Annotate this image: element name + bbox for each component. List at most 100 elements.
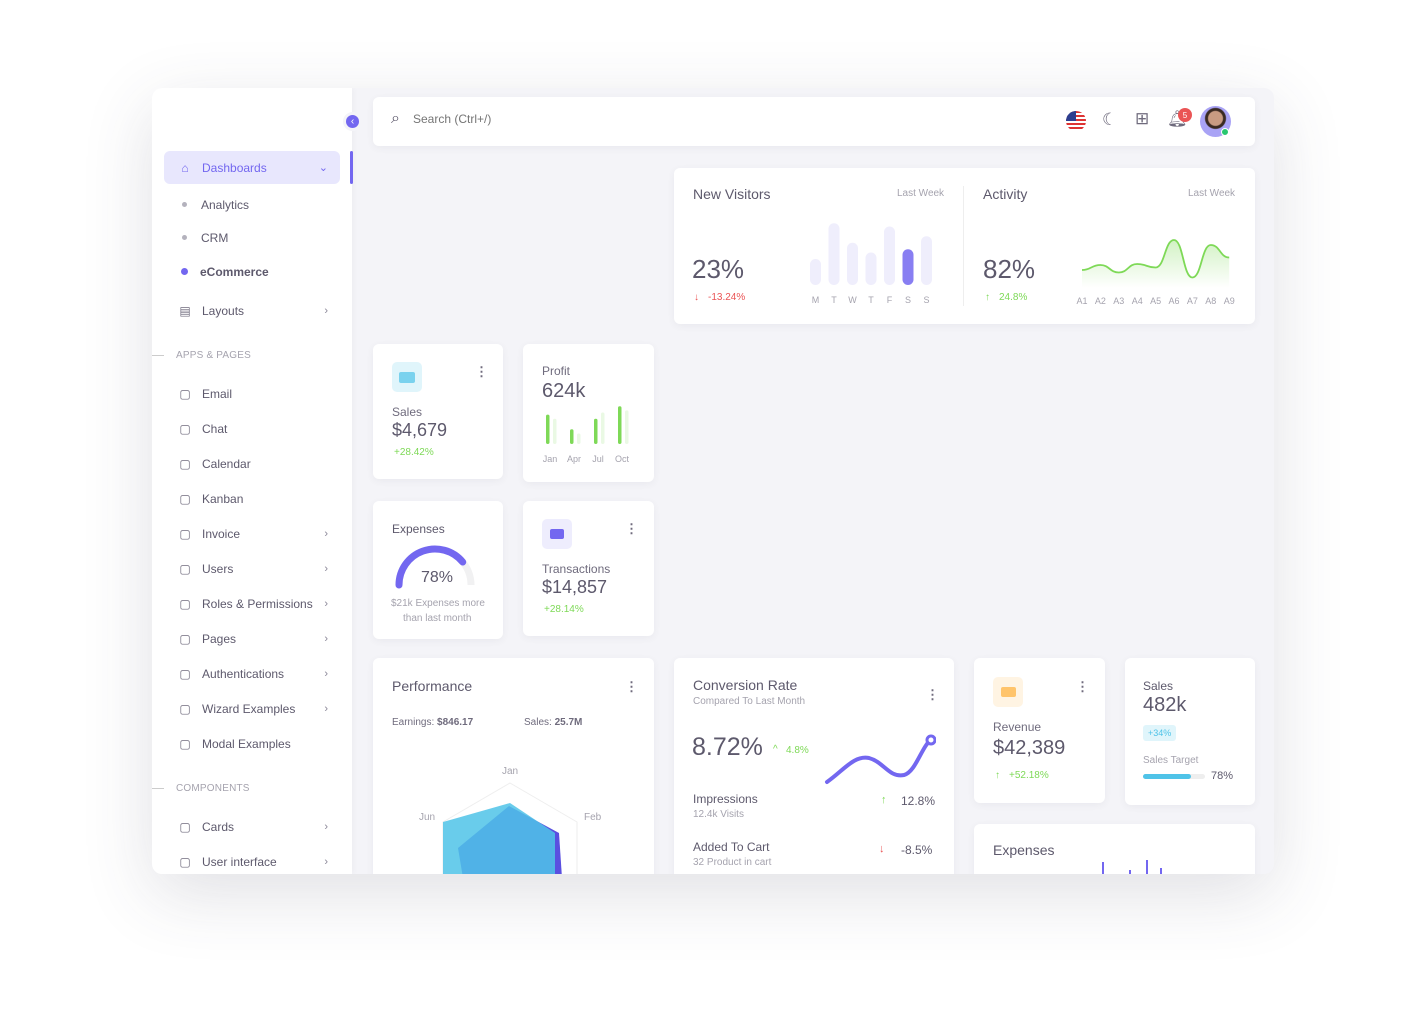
sales-badge: +34% <box>1143 725 1177 741</box>
active-indicator <box>350 151 353 184</box>
credit-card-icon <box>993 677 1023 707</box>
chevron-right-icon: › <box>324 632 328 645</box>
radar-label-jan: Jan <box>502 766 519 777</box>
section-apps-pages: APPS & PAGES <box>176 350 252 361</box>
sales-label: Sales <box>392 405 423 419</box>
revenue-card: ⋮ Revenue $42,389 ↑ +52.18% <box>974 658 1105 803</box>
sales-target-progress <box>1143 774 1205 779</box>
divider <box>152 355 164 356</box>
activity-x-label: A6 <box>1168 296 1179 306</box>
profit-month-label: Jul <box>592 454 604 464</box>
chevron-right-icon: › <box>324 527 328 540</box>
chevron-down-icon: ⌄ <box>318 162 328 174</box>
sidebar-item-cards[interactable]: ▢ Cards › <box>164 810 340 843</box>
visitors-bar <box>847 242 858 285</box>
impressions-sub: 12.4k Visits <box>693 809 744 820</box>
impressions-value: 12.8% <box>901 794 936 808</box>
sidebar-item-ecommerce[interactable]: eCommerce <box>164 255 340 288</box>
caret-up-icon: ^ <box>773 744 778 755</box>
sidebar-item-wizard-examples[interactable]: ▢ Wizard Examples › <box>164 692 340 725</box>
revenue-label: Revenue <box>993 720 1042 734</box>
sidebar-item-modal-examples[interactable]: ▢ Modal Examples <box>164 727 340 760</box>
visitors-day-label: M <box>812 295 820 305</box>
performance-title: Performance <box>392 678 473 694</box>
home-icon: ⌂ <box>181 160 189 175</box>
conversion-change: 4.8% <box>786 745 809 756</box>
sidebar-item-invoice[interactable]: ▢ Invoice › <box>164 517 340 550</box>
sales-change: +28.42% <box>394 447 434 458</box>
visitors-bar <box>921 236 932 285</box>
radar-series-blue <box>443 803 555 874</box>
sidebar-item-layouts[interactable]: ▤ Layouts › <box>164 294 340 327</box>
sidebar-item-user-interface[interactable]: ▢ User interface › <box>164 845 340 874</box>
revenue-change: +52.18% <box>1009 770 1049 781</box>
profit-card: Profit 624k Jan Apr Jul Oct <box>523 344 654 482</box>
conversion-card: Conversion Rate Compared To Last Month ⋮… <box>674 658 954 874</box>
conversion-title: Conversion Rate <box>693 677 798 693</box>
activity-change: 24.8% <box>999 292 1028 303</box>
pages-icon: ▢ <box>179 631 191 646</box>
more-options-icon[interactable]: ⋮ <box>625 522 638 535</box>
chevron-right-icon: › <box>324 855 328 868</box>
more-options-icon[interactable]: ⋮ <box>475 365 488 378</box>
us-flag-icon[interactable] <box>1066 111 1086 131</box>
collapse-sidebar-button[interactable]: ‹ <box>343 112 362 131</box>
modal-icon: ▢ <box>179 736 191 751</box>
expenses-chart-card: Expenses <box>974 824 1255 874</box>
more-options-icon[interactable]: ⋮ <box>1076 680 1089 693</box>
visitors-day-label: T <box>831 295 837 305</box>
more-options-icon[interactable]: ⋮ <box>625 680 638 693</box>
mail-icon: ▢ <box>179 386 191 401</box>
grid-apps-icon[interactable]: ⊞ <box>1135 109 1149 129</box>
transactions-label: Transactions <box>542 562 611 576</box>
expenses-label: Expenses <box>392 522 445 536</box>
sidebar-item-pages[interactable]: ▢ Pages › <box>164 622 340 655</box>
sidebar-item-kanban[interactable]: ▢ Kanban <box>164 482 340 515</box>
cart-sub: 32 Product in cart <box>693 857 772 868</box>
sidebar-item-analytics[interactable]: Analytics <box>164 188 340 221</box>
cart-label: Added To Cart <box>693 840 770 854</box>
activity-x-label: A1 <box>1076 296 1087 306</box>
sidebar-item-chat[interactable]: ▢ Chat <box>164 412 340 445</box>
search-icon[interactable]: ⌕ <box>391 110 400 128</box>
visitors-day-label: S <box>905 295 911 305</box>
expenses-note: than last month <box>403 613 472 624</box>
bullet-icon <box>182 202 187 207</box>
divider <box>963 186 964 306</box>
arrow-down-icon: ↓ <box>694 292 699 303</box>
sidebar-item-calendar[interactable]: ▢ Calendar <box>164 447 340 480</box>
profit-bar <box>594 418 598 444</box>
activity-area-chart: A1 A2 A3 A4 A5 A6 A7 A8 A9 <box>1076 239 1235 306</box>
sales-value: 482k <box>1143 694 1187 716</box>
divider <box>152 788 164 789</box>
expenses-bar <box>1160 868 1162 874</box>
visitors-bar <box>902 249 914 285</box>
profit-month-label: Jan <box>543 454 558 464</box>
visitors-bar <box>865 252 877 285</box>
app-window: ‹ ⌂ Dashboards ⌄ Analytics CRM eCommerce ▤… <box>152 88 1274 874</box>
lock-icon: ▢ <box>179 666 191 681</box>
expenses-value: 78% <box>421 569 454 586</box>
navbar: ⌕ ☾ ⊞ 🔔︎ 5 <box>373 97 1255 146</box>
conversion-value: 8.72% <box>692 733 763 761</box>
profit-bar-secondary <box>553 418 557 444</box>
sales-label: Sales: <box>524 717 552 728</box>
sidebar-item-roles-permissions[interactable]: ▢ Roles & Permissions › <box>164 587 340 620</box>
sidebar-item-email[interactable]: ▢ Email <box>164 377 340 410</box>
more-options-icon[interactable]: ⋮ <box>926 688 939 701</box>
moon-icon[interactable]: ☾ <box>1102 110 1117 130</box>
sidebar-item-crm[interactable]: CRM <box>164 221 340 254</box>
sidebar-item-dashboards[interactable]: ⌂ Dashboards ⌄ <box>164 151 340 184</box>
sidebar-item-authentications[interactable]: ▢ Authentications › <box>164 657 340 690</box>
notification-badge: 5 <box>1178 108 1192 122</box>
visitors-day-label: F <box>887 295 893 305</box>
search-input[interactable] <box>413 112 713 126</box>
impressions-label: Impressions <box>693 792 758 806</box>
revenue-value: $42,389 <box>993 737 1066 759</box>
profit-bar-secondary <box>625 410 629 444</box>
activity-x-label: A2 <box>1095 296 1106 306</box>
wallet-icon <box>392 362 422 392</box>
profit-label: Profit <box>542 364 571 378</box>
activity-x-label: A4 <box>1132 296 1143 306</box>
sidebar-item-users[interactable]: ▢ Users › <box>164 552 340 585</box>
